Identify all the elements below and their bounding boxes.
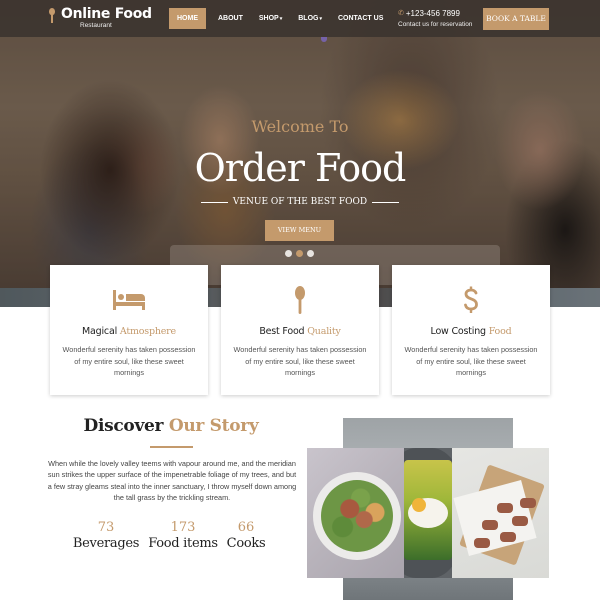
feature-card: Magical Atmosphere Wonderful serenity ha… [50, 265, 208, 395]
slider-dot-3[interactable] [307, 250, 314, 257]
feature-title-accent: Quality [307, 326, 341, 337]
meat-piece [482, 520, 498, 530]
feature-description: Wonderful serenity has taken possession … [62, 345, 196, 377]
nav-about[interactable]: ABOUT [210, 8, 251, 29]
logo[interactable]: Online Food Restaurant [49, 6, 152, 30]
feature-description: Wonderful serenity has taken possession … [233, 345, 367, 377]
chevron-down-icon: ▾ [319, 16, 322, 22]
story-divider [150, 446, 193, 448]
nav-shop[interactable]: SHOP▾ [251, 8, 290, 29]
feature-card: Low Costing Food Wonderful serenity has … [392, 265, 550, 395]
feature-description: Wonderful serenity has taken possession … [404, 345, 538, 377]
chevron-down-icon: ▾ [279, 16, 283, 22]
dollar-icon [392, 286, 550, 313]
nav-home[interactable]: HOME [169, 8, 206, 29]
meat-piece [500, 532, 516, 542]
book-table-button[interactable]: BOOK A TABLE [483, 8, 549, 30]
stat-label: Beverages [72, 536, 140, 551]
nav-contact[interactable]: CONTACT US [330, 8, 391, 29]
stat-food-items: 173 Food items [144, 520, 222, 552]
divider-line [372, 201, 400, 203]
logo-subtitle: Restaurant [80, 22, 112, 29]
slider-dot-1[interactable] [285, 250, 292, 257]
feature-title-main: Best Food [259, 326, 305, 337]
feature-card: Best Food Quality Wonderful serenity has… [221, 265, 379, 395]
feature-title-accent: Atmosphere [119, 326, 176, 337]
meat-piece [497, 503, 513, 513]
slider-dot-2[interactable] [296, 250, 303, 257]
feature-title: Magical Atmosphere [50, 326, 208, 337]
feature-title-main: Low Costing [430, 326, 487, 337]
story-paragraph: When while the lovely valley teems with … [47, 459, 297, 502]
gallery-image-egg-toast [404, 448, 452, 578]
stat-label: Cooks [226, 536, 266, 551]
contact-info: ✆ +123-456 7899 Contact us for reservati… [398, 9, 472, 28]
stat-label: Food items [148, 536, 218, 551]
nav-blog[interactable]: BLOG▾ [290, 8, 330, 29]
hero-title: Order Food [194, 146, 407, 190]
meat-piece [474, 538, 490, 548]
story-stats: 73 Beverages 173 Food items 66 Cooks [70, 520, 266, 552]
gallery-image-salad [307, 448, 404, 578]
meat-piece [520, 498, 536, 508]
story-title: Discover Our Story [40, 416, 302, 436]
feature-title-main: Magical [82, 326, 118, 337]
nav-shop-label: SHOP [258, 15, 279, 22]
phone-caption: Contact us for reservation [398, 21, 473, 28]
feature-title: Best Food Quality [221, 326, 379, 337]
feature-title: Low Costing Food [392, 326, 550, 337]
stat-value: 66 [237, 520, 255, 535]
meat-piece [512, 516, 528, 526]
salad [321, 480, 393, 552]
hero-tagline: VENUE OF THE BEST FOOD [0, 197, 600, 207]
view-menu-button[interactable]: VIEW MENU [265, 220, 334, 241]
yolk [412, 498, 426, 512]
story-title-main: Discover [83, 416, 164, 436]
spoon-logo-icon [49, 8, 55, 23]
logo-title: Online Food [61, 6, 152, 22]
hero-welcome: Welcome To [251, 117, 349, 136]
divider-line [200, 201, 228, 203]
main-menu: HOME ABOUT SHOP▾ BLOG▾ CONTACT US [169, 8, 391, 29]
bed-icon [50, 287, 208, 313]
phone-number[interactable]: +123-456 7899 [406, 9, 460, 19]
spoon-icon [221, 286, 379, 314]
hero-tagline-text: VENUE OF THE BEST FOOD [232, 197, 368, 207]
slider-dots [285, 250, 314, 257]
stat-value: 73 [97, 520, 115, 535]
nav-blog-label: BLOG [298, 15, 319, 22]
phone-icon: ✆ [398, 10, 404, 17]
top-navbar: Online Food Restaurant HOME ABOUT SHOP▾ … [0, 0, 600, 37]
stat-value: 173 [170, 520, 196, 535]
stat-beverages: 73 Beverages [70, 520, 142, 552]
story-title-accent: Our Story [168, 416, 259, 436]
gallery-image-bacon-bites [452, 448, 549, 578]
feature-title-accent: Food [488, 326, 512, 337]
stat-cooks: 66 Cooks [226, 520, 266, 552]
